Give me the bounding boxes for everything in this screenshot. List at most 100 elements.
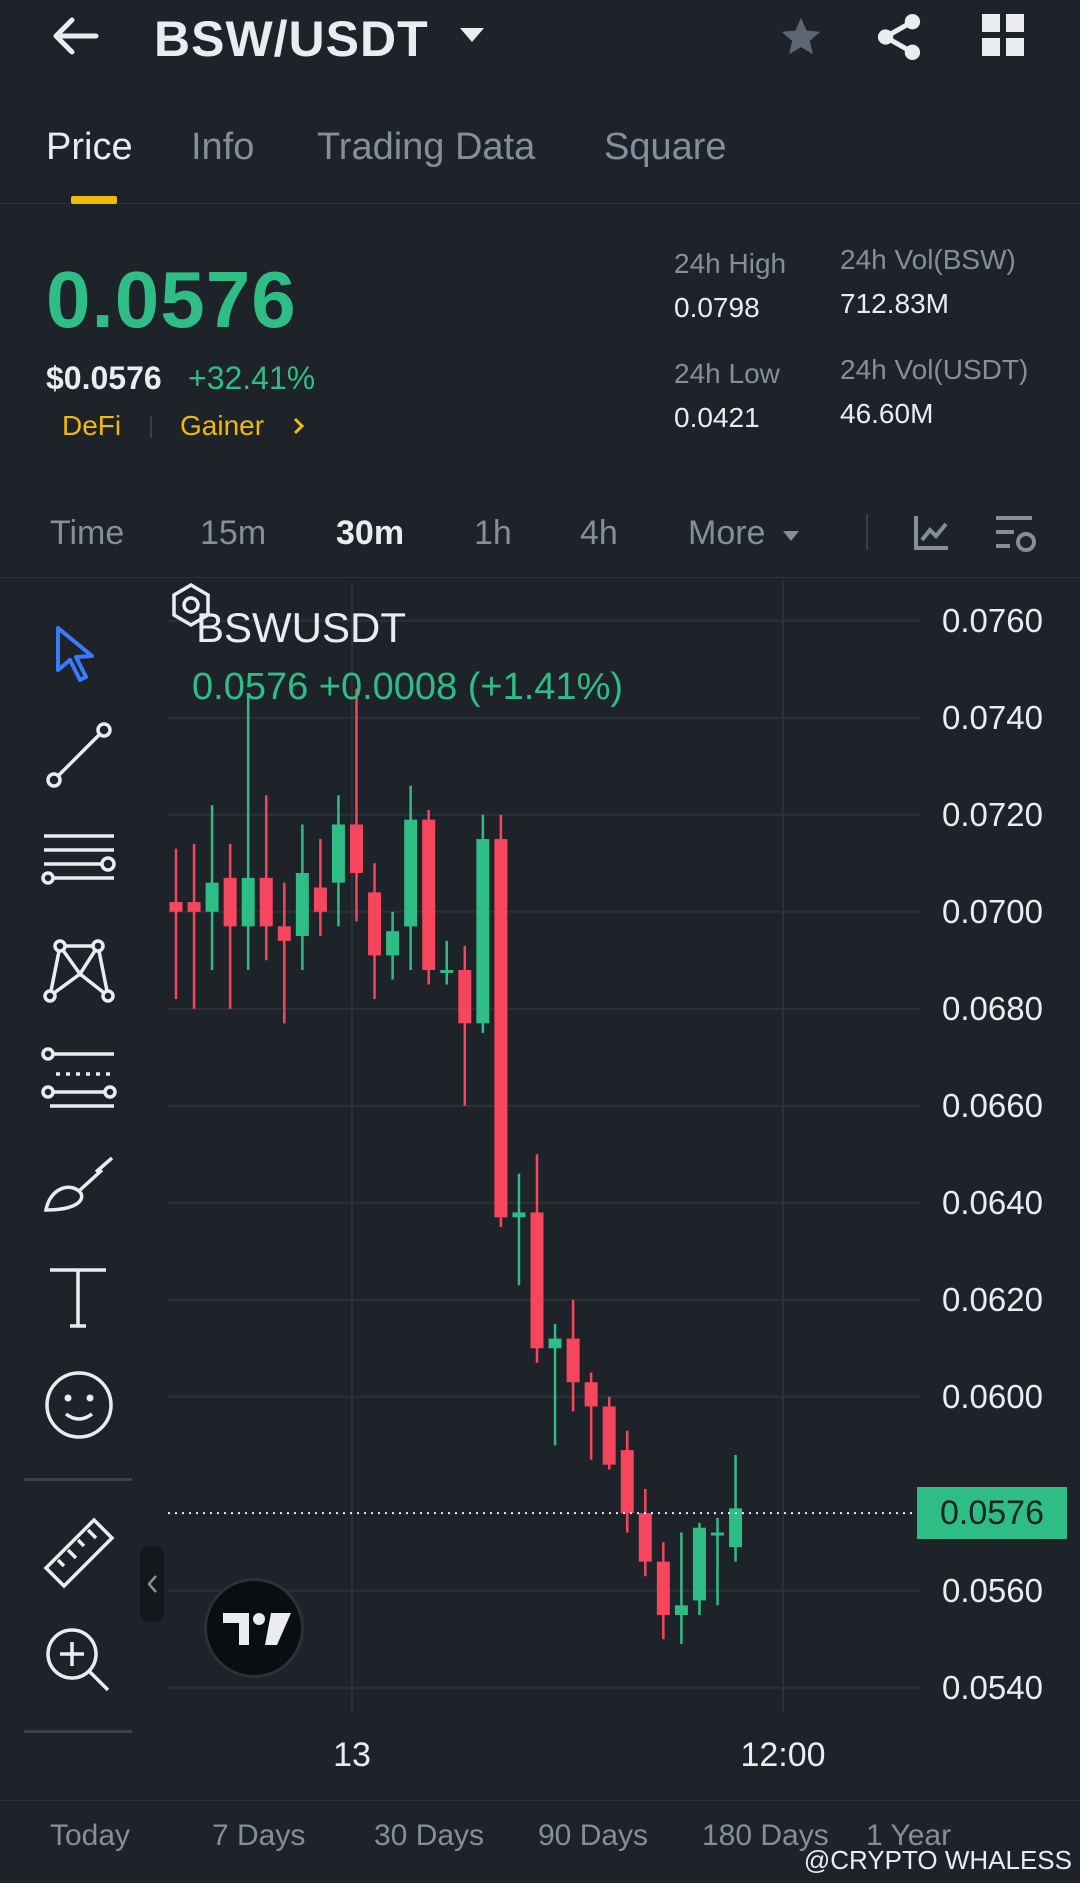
- tab-price[interactable]: Price: [46, 126, 133, 169]
- ruler-icon[interactable]: [40, 1514, 118, 1592]
- candle-up: [711, 1532, 724, 1536]
- brush-icon[interactable]: [40, 1148, 118, 1226]
- interval-15m[interactable]: 15m: [200, 514, 266, 553]
- trend-line-icon[interactable]: [40, 716, 118, 794]
- period-90d[interactable]: 90 Days: [538, 1819, 648, 1853]
- price-axis-label: 0.0660: [942, 1086, 1043, 1124]
- chart-settings-icon[interactable]: [994, 512, 1038, 556]
- x-axis-label: 12:00: [740, 1736, 826, 1774]
- price-chart[interactable]: BSWUSDT 0.0576 +0.0008 (+1.41%) 0.0760 0.…: [168, 582, 1080, 1802]
- candle-down: [313, 887, 327, 912]
- tag-defi[interactable]: DeFi: [62, 410, 121, 442]
- price-axis-label: 0.0720: [942, 795, 1043, 833]
- chevron-left-icon: [147, 1575, 157, 1593]
- candle-down: [169, 902, 183, 912]
- vol-base-value: 712.83M: [840, 288, 949, 319]
- candle-up: [674, 1605, 688, 1616]
- interval-divider: [866, 514, 868, 550]
- price-axis-label: 0.0760: [942, 601, 1043, 639]
- last-price: 0.0576: [46, 255, 297, 344]
- share-icon[interactable]: [876, 12, 922, 62]
- period-performance-bar: Today 7 Days 30 Days 90 Days 180 Days 1 …: [0, 1800, 1080, 1883]
- price-axis-label: 0.0700: [942, 892, 1043, 930]
- candle-down: [638, 1513, 652, 1562]
- period-7d[interactable]: 7 Days: [212, 1819, 305, 1853]
- interval-1h[interactable]: 1h: [474, 514, 512, 553]
- chevron-right-icon[interactable]: [292, 416, 306, 436]
- candle-up: [205, 882, 219, 912]
- tab-bar: Price Info Trading Data Square: [0, 118, 1080, 204]
- candle-down: [368, 892, 382, 956]
- caret-down-icon[interactable]: [782, 530, 800, 542]
- toolbar-divider: [24, 1730, 132, 1733]
- high-value: 0.0798: [674, 292, 760, 323]
- candle-up: [476, 839, 490, 1024]
- candle-up: [404, 819, 418, 927]
- chart-symbol: BSWUSDT: [196, 604, 406, 651]
- interval-4h[interactable]: 4h: [580, 514, 618, 553]
- tag-gainer[interactable]: Gainer: [180, 410, 264, 442]
- candle-down: [277, 926, 291, 941]
- tag-divider: [150, 416, 152, 438]
- usd-price: $0.0576: [46, 360, 162, 396]
- indicator-icon[interactable]: [912, 514, 950, 552]
- candle-down: [566, 1338, 580, 1383]
- vol-base-label: 24h Vol(BSW): [840, 244, 1016, 275]
- pattern-icon[interactable]: [40, 930, 118, 1008]
- period-today[interactable]: Today: [50, 1819, 130, 1853]
- candle-up: [548, 1338, 562, 1349]
- tab-trading-data[interactable]: Trading Data: [317, 126, 535, 169]
- low-label: 24h Low: [674, 358, 780, 389]
- price-axis-label: 0.0740: [942, 698, 1043, 736]
- price-axis-label: 0.0560: [942, 1571, 1043, 1609]
- interval-30m[interactable]: 30m: [336, 514, 404, 553]
- chart-ohlc-readout: 0.0576 +0.0008 (+1.41%): [192, 666, 624, 708]
- interval-time[interactable]: Time: [50, 514, 124, 553]
- candle-up: [440, 969, 454, 973]
- candle-up: [512, 1212, 526, 1218]
- drawing-toolbar: [0, 582, 150, 1802]
- grid-icon[interactable]: [982, 14, 1024, 56]
- candle-down: [584, 1382, 598, 1407]
- tradingview-logo[interactable]: [204, 1578, 304, 1678]
- price-axis-label: 0.0600: [942, 1377, 1043, 1415]
- candle-down: [602, 1406, 616, 1465]
- fib-tool-icon[interactable]: [40, 1040, 118, 1118]
- toolbar-collapse-handle[interactable]: [140, 1546, 164, 1622]
- pair-title[interactable]: BSW/USDT: [154, 10, 429, 68]
- period-30d[interactable]: 30 Days: [374, 1819, 484, 1853]
- low-value: 0.0421: [674, 402, 760, 433]
- interval-bar: Time 15m 30m 1h 4h More: [0, 500, 1080, 578]
- top-bar: BSW/USDT: [0, 0, 1080, 80]
- candle-up: [692, 1527, 706, 1601]
- zoom-in-icon[interactable]: [40, 1622, 118, 1700]
- active-tab-indicator: [71, 196, 117, 204]
- vol-quote-label: 24h Vol(USDT): [840, 354, 1029, 385]
- tab-square[interactable]: Square: [604, 126, 727, 169]
- price-axis-label: 0.0640: [942, 1183, 1043, 1221]
- tradingview-logo-icon: [223, 1613, 291, 1645]
- back-arrow-icon[interactable]: [48, 12, 104, 60]
- change-percent: +32.41%: [188, 360, 316, 396]
- interval-more[interactable]: More: [688, 514, 765, 553]
- star-icon[interactable]: [778, 14, 824, 60]
- candle-down: [350, 824, 363, 873]
- candle-up: [241, 877, 255, 927]
- tab-info[interactable]: Info: [191, 126, 254, 169]
- chart-gear-icon[interactable]: [168, 582, 214, 628]
- candle-down: [620, 1450, 634, 1514]
- cursor-icon[interactable]: [40, 616, 118, 694]
- emoji-icon[interactable]: [40, 1366, 118, 1444]
- candle-down: [494, 839, 508, 1218]
- text-tool-icon[interactable]: [40, 1258, 118, 1336]
- candle-up: [295, 872, 309, 937]
- candle-up: [386, 931, 400, 956]
- x-axis-label: 13: [333, 1736, 371, 1774]
- watermark: @CRYPTO WHALESS: [803, 1845, 1072, 1875]
- candle-up: [331, 824, 345, 883]
- vol-quote-value: 46.60M: [840, 398, 934, 429]
- candle-down: [259, 877, 273, 927]
- horizontal-lines-icon[interactable]: [40, 822, 118, 900]
- candle-down: [656, 1561, 670, 1616]
- caret-down-icon[interactable]: [458, 26, 486, 44]
